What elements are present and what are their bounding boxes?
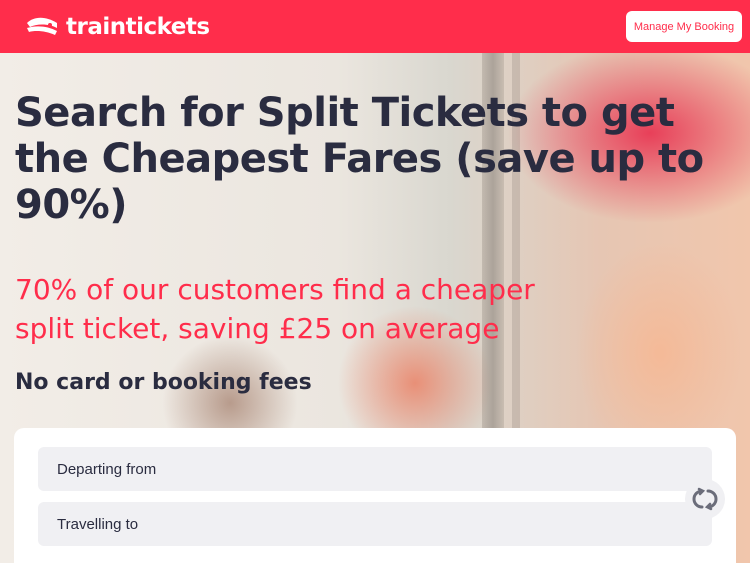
manage-booking-button[interactable]: Manage My Booking [626,11,742,42]
page-headline: Search for Split Tickets to get the Chea… [15,90,715,228]
headline-line: Search for Split Tickets to get [15,90,675,136]
journey-search-card: Departing from Travelling to [14,428,736,563]
headline-line: the Cheapest Fares (save up to [15,136,704,182]
travelling-to-input[interactable]: Travelling to [38,502,712,546]
subline-line: split ticket, saving £25 on average [15,312,500,345]
departing-from-placeholder: Departing from [57,460,157,478]
headline-line: 90%) [15,182,128,228]
brand-name: traintickets [66,13,210,40]
swap-stations-button[interactable] [685,479,725,519]
subline-line: 70% of our customers find a cheaper [15,273,535,306]
train-logo-icon [27,17,57,35]
swap-arrows-icon [692,487,718,511]
brand-logo[interactable]: traintickets [24,14,210,40]
departing-from-input[interactable]: Departing from [38,447,712,491]
savings-subheadline: 70% of our customers find a cheaper spli… [15,270,575,348]
no-fees-text: No card or booking fees [15,370,312,395]
travelling-to-placeholder: Travelling to [57,515,139,533]
top-header: traintickets Manage My Booking [0,0,750,53]
